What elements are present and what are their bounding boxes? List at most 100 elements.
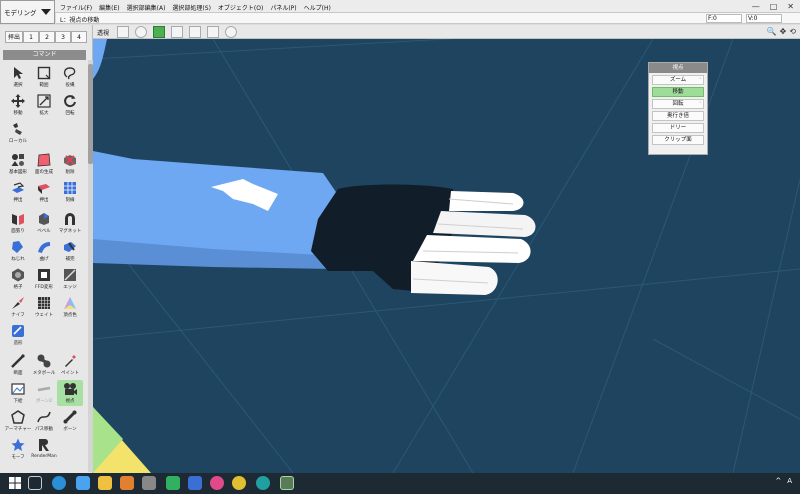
view-rotate-button[interactable]: 回転 ◦ bbox=[652, 99, 704, 109]
status-text: L：視点の移動 bbox=[60, 17, 100, 24]
pan-icon[interactable]: ✥ bbox=[780, 27, 787, 36]
tool-underlay[interactable]: 下絵 bbox=[5, 380, 31, 406]
tool-bevel[interactable]: ベベル bbox=[31, 210, 57, 236]
menu-selection-edit[interactable]: 選択部編集(A) bbox=[127, 3, 166, 12]
tool-sculpt[interactable]: 造形 bbox=[5, 322, 31, 348]
tool-smooth[interactable]: 補完 bbox=[57, 238, 83, 264]
view-texture-icon[interactable] bbox=[189, 26, 201, 38]
tool-primitive[interactable]: 基本図形 bbox=[5, 151, 31, 177]
tool-weight[interactable]: ウェイト bbox=[31, 294, 57, 320]
tool-local[interactable]: ローカル bbox=[5, 120, 31, 146]
tool-lattice[interactable]: 格子 bbox=[5, 266, 31, 292]
view-mode-label[interactable]: 透視 bbox=[97, 28, 109, 37]
view-depth-button[interactable]: 奥行き倍 bbox=[652, 111, 704, 121]
view-move-button[interactable]: 移動 bbox=[652, 87, 704, 97]
file-explorer-icon[interactable] bbox=[98, 476, 112, 490]
view-frame-icon[interactable] bbox=[117, 26, 129, 38]
orbit-icon[interactable]: ⟲ bbox=[789, 27, 796, 36]
history-1[interactable]: 1 bbox=[23, 31, 39, 43]
store-icon[interactable] bbox=[76, 476, 90, 490]
tool-label: マグネット bbox=[58, 229, 82, 234]
tool-renderman[interactable]: RenderMan bbox=[31, 436, 57, 462]
tool-paint[interactable]: ペイント bbox=[57, 352, 83, 378]
menu-panel[interactable]: パネル(P) bbox=[270, 3, 296, 12]
tool-bend[interactable]: 曲げ bbox=[31, 238, 57, 264]
mode-select[interactable]: モデリング bbox=[0, 0, 55, 24]
v-value: V:0 bbox=[748, 15, 758, 22]
view-clip-button[interactable]: クリップ面 bbox=[652, 135, 704, 145]
view-perspective-icon[interactable] bbox=[171, 26, 183, 38]
rect-select-icon bbox=[37, 66, 51, 80]
metasequoia-icon[interactable] bbox=[280, 476, 294, 490]
underlay-icon bbox=[11, 383, 25, 395]
task-view-icon[interactable] bbox=[28, 476, 42, 490]
ime-indicator[interactable]: A bbox=[787, 477, 792, 485]
tool-metaball[interactable]: メタボール bbox=[31, 352, 57, 378]
view-dolly-label: ドリー bbox=[669, 125, 687, 131]
menu-edit[interactable]: 編集(E) bbox=[99, 3, 119, 12]
edge-browser-icon[interactable] bbox=[52, 476, 66, 490]
tool-select[interactable]: 選択 bbox=[5, 64, 31, 90]
menu-object[interactable]: オブジェクト(O) bbox=[218, 3, 263, 12]
tool-scale[interactable]: 拡大 bbox=[31, 92, 57, 118]
gear-icon[interactable] bbox=[207, 26, 219, 38]
history-4[interactable]: 4 bbox=[71, 31, 87, 43]
tool-label: 回転 bbox=[65, 111, 75, 116]
tool-camera[interactable]: 視点 bbox=[57, 380, 83, 406]
minimize-button[interactable]: — bbox=[752, 2, 760, 11]
media-icon[interactable] bbox=[120, 476, 134, 490]
tool-lasso[interactable]: 投縄 bbox=[57, 64, 83, 90]
f-value: F:0 bbox=[708, 15, 717, 22]
app-icon-3[interactable] bbox=[188, 476, 202, 490]
push-icon bbox=[38, 184, 50, 194]
tool-delete[interactable]: 削除 bbox=[57, 151, 83, 177]
submenu-mark-icon: ◦ bbox=[699, 76, 702, 82]
tool-face-fill[interactable]: 面張り bbox=[5, 210, 31, 236]
tool-magnet[interactable]: マグネット bbox=[57, 210, 83, 236]
tool-bone-disabled[interactable]: ボーン2 bbox=[31, 380, 57, 406]
view-circle-icon[interactable] bbox=[135, 26, 147, 38]
tool-label: ペイント bbox=[61, 371, 79, 376]
tray-expand-icon[interactable]: ^ bbox=[775, 477, 781, 485]
view-solid-icon[interactable] bbox=[153, 26, 165, 38]
maximize-button[interactable]: □ bbox=[770, 2, 778, 11]
tool-extrude[interactable]: 押出 bbox=[5, 179, 31, 205]
tool-edge[interactable]: エッジ bbox=[57, 266, 83, 292]
tool-push[interactable]: 押出 bbox=[31, 179, 57, 205]
view-dolly-button[interactable]: ドリー bbox=[652, 123, 704, 133]
tool-move[interactable]: 移動 bbox=[5, 92, 31, 118]
zoom-icon[interactable]: 🔍 bbox=[767, 27, 777, 36]
history-label[interactable]: 拝出 bbox=[5, 31, 23, 43]
app-icon-2[interactable] bbox=[166, 476, 180, 490]
chrome-icon[interactable] bbox=[232, 476, 246, 490]
tool-range[interactable]: 範囲 bbox=[31, 64, 57, 90]
close-button[interactable]: ✕ bbox=[787, 2, 794, 11]
history-2[interactable]: 2 bbox=[39, 31, 55, 43]
windows-start-icon[interactable] bbox=[8, 476, 22, 490]
tool-bone[interactable]: ボーン bbox=[57, 408, 83, 434]
history-3[interactable]: 3 bbox=[55, 31, 71, 43]
tool-vertex-color[interactable]: 頂点色 bbox=[57, 294, 83, 320]
refresh-icon[interactable] bbox=[225, 26, 237, 38]
app-icon[interactable] bbox=[142, 476, 156, 490]
tool-knife[interactable]: ナイフ bbox=[5, 294, 31, 320]
view-palette: 視点 ズーム ◦ 移動 回転 ◦ 奥行き倍 ドリー クリップ面 bbox=[648, 62, 708, 155]
tool-armature[interactable]: アーマチャー bbox=[5, 408, 31, 434]
lattice-icon bbox=[12, 268, 24, 282]
view-zoom-button[interactable]: ズーム ◦ bbox=[652, 75, 704, 85]
tool-rotate[interactable]: 回転 bbox=[57, 92, 83, 118]
menu-bar: ファイル(F) 編集(E) 選択部編集(A) 選択部処理(S) オブジェクト(O… bbox=[0, 0, 800, 13]
tool-morph[interactable]: モーフ bbox=[5, 436, 31, 462]
menu-selection-process[interactable]: 選択部処理(S) bbox=[172, 3, 211, 12]
tool-twist[interactable]: ねじれ bbox=[5, 238, 31, 264]
menu-file[interactable]: ファイル(F) bbox=[60, 3, 92, 12]
tool-path-move[interactable]: パス移動 bbox=[31, 408, 57, 434]
tool-section[interactable]: 断面 bbox=[5, 352, 31, 378]
menu-help[interactable]: ヘルプ(H) bbox=[304, 3, 331, 12]
music-icon[interactable] bbox=[210, 476, 224, 490]
app-icon-4[interactable] bbox=[256, 476, 270, 490]
tool-face-create[interactable]: 面の生成 bbox=[31, 151, 57, 177]
tool-knife-grid[interactable]: 刻線 bbox=[57, 179, 83, 205]
move-icon bbox=[11, 94, 25, 108]
tool-ffd[interactable]: FFD変形 bbox=[31, 266, 57, 292]
